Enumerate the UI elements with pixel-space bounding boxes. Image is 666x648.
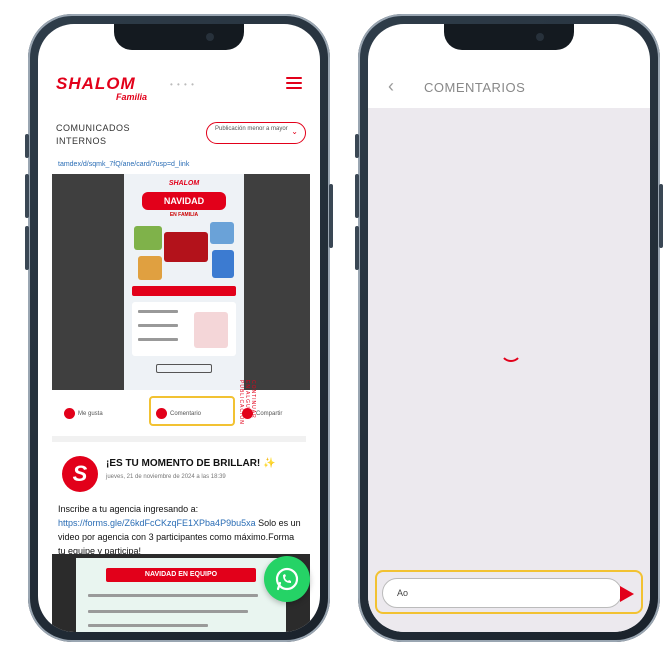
right-phone: ‹ COMENTARIOS Ao <box>355 14 663 642</box>
app-header: SHALOM Familia • • • • <box>38 52 320 114</box>
poster-title: NAVIDAD <box>142 192 226 210</box>
poster-band <box>132 286 236 296</box>
poster-logo: SHALOM <box>168 180 200 187</box>
poster-button <box>156 364 212 373</box>
section-title: COMUNICADOS INTERNOS <box>56 123 131 146</box>
left-screen: SHALOM Familia • • • • COMUNICADOS INTER… <box>38 24 320 632</box>
share-button[interactable]: Compartir <box>242 408 282 419</box>
back-icon[interactable]: ‹ <box>388 76 394 97</box>
input-highlight <box>375 570 643 614</box>
right-screen: ‹ COMENTARIOS Ao <box>368 24 650 632</box>
poster-info <box>132 302 236 356</box>
like-label: Me gusta <box>78 410 103 417</box>
poster-photos <box>134 222 234 282</box>
banner-image: NAVIDAD EN EQUIPO <box>76 558 286 632</box>
post-divider <box>52 436 306 442</box>
christmas-poster: SHALOM NAVIDAD EN FAMILIA <box>124 174 244 390</box>
poster-subtitle: EN FAMILIA <box>169 212 199 218</box>
sort-filter-label: Publicación menor a mayor <box>215 126 288 132</box>
post-media[interactable]: SHALOM NAVIDAD EN FAMILIA CONTINUAR EN A… <box>52 174 310 425</box>
phone-notch <box>444 24 574 50</box>
whatsapp-icon <box>275 567 299 591</box>
post-body: Inscribe a tu agencia ingresando a: http… <box>58 502 304 558</box>
page-title: COMENTARIOS <box>424 80 526 95</box>
brand-logo-sub: Familia <box>116 92 148 102</box>
loading-spinner-icon <box>500 340 522 362</box>
avatar[interactable]: S <box>62 456 98 492</box>
banner-title: NAVIDAD EN EQUIPO <box>106 568 256 582</box>
like-button[interactable]: Me gusta <box>64 408 103 419</box>
chevron-down-icon: ⌄ <box>291 127 298 136</box>
phone-notch <box>114 24 244 50</box>
post-date: jueves, 21 de noviembre de 2024 a las 18… <box>106 474 226 480</box>
post-body-link[interactable]: https://forms.gle/Z6kdFcCKzqFE1XPba4P9bu… <box>58 518 256 528</box>
heart-icon <box>64 408 75 419</box>
left-phone: SHALOM Familia • • • • COMUNICADOS INTER… <box>25 14 333 642</box>
post-link[interactable]: tamdex/d/sqmk_7fQ/ane/card/?usp=d_link <box>58 161 189 168</box>
menu-icon[interactable] <box>286 77 302 92</box>
post-title: ¡ES TU MOMENTO DE BRILLAR! ✨ <box>106 458 276 469</box>
share-label: Compartir <box>256 410 283 417</box>
logo-dots: • • • • <box>170 80 195 89</box>
comments-area: Ao <box>368 108 650 632</box>
brand-logo[interactable]: SHALOM <box>56 74 136 94</box>
sort-filter-select[interactable]: Publicación menor a mayor ⌄ <box>206 122 306 144</box>
whatsapp-button[interactable] <box>264 556 310 602</box>
post-body-text: Inscribe a tu agencia ingresando a: <box>58 504 199 514</box>
comment-highlight <box>149 396 235 426</box>
share-icon <box>242 408 253 419</box>
